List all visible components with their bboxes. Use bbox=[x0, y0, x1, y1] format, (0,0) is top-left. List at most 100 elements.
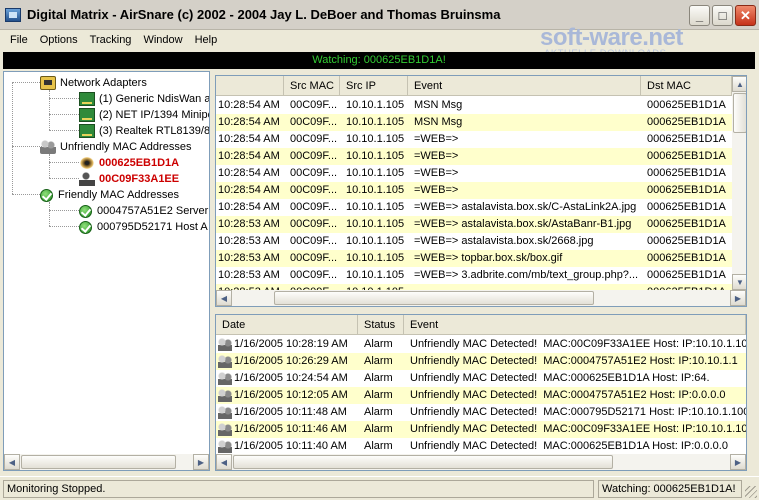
tree-node-friendly[interactable]: Friendly MAC Addresses bbox=[40, 187, 179, 203]
packet-row[interactable]: 10:28:53 AM 00C09F... 10.10.1.105 =WEB=> t… bbox=[216, 250, 732, 267]
alarm-date-cell: 1/16/2005 10:11:46 AM bbox=[216, 421, 358, 438]
scrollbar-thumb[interactable] bbox=[233, 455, 613, 469]
alarm-event: Unfriendly MAC Detected! MAC:00C09F33A1E… bbox=[410, 423, 746, 435]
tree-node-unfriendly[interactable]: Unfriendly MAC Addresses bbox=[40, 139, 191, 155]
tree-node-label: Network Adapters bbox=[60, 77, 147, 89]
tree-item-adapter-3[interactable]: (3) Realtek RTL8139/8 bbox=[79, 123, 209, 139]
scroll-left-icon[interactable]: ◀ bbox=[4, 454, 20, 470]
column-header-alarm-event[interactable]: Event bbox=[404, 315, 746, 335]
tree-node-label: Friendly MAC Addresses bbox=[58, 189, 180, 201]
scroll-left-icon[interactable]: ◀ bbox=[216, 454, 232, 470]
check-icon bbox=[79, 204, 92, 218]
packet-src-mac: 00C09F... bbox=[290, 116, 338, 128]
packet-row[interactable]: 10:28:54 AM 00C09F... 10.10.1.105 MSN Msg 00… bbox=[216, 114, 732, 131]
column-header-event[interactable]: Event bbox=[408, 76, 641, 96]
tree-item-label: 0004757A51E2 Server bbox=[97, 205, 209, 217]
alarm-horizontal-scrollbar[interactable]: ◀ ▶ bbox=[216, 454, 746, 470]
scroll-down-icon[interactable]: ▼ bbox=[732, 274, 746, 290]
packet-dst-mac: 000625EB1D1A bbox=[647, 150, 726, 162]
tree-node-network-adapters[interactable]: Network Adapters bbox=[40, 75, 147, 91]
packet-dst-mac: 000625EB1D1A bbox=[647, 235, 726, 247]
packet-row[interactable]: 10:28:54 AM 00C09F... 10.10.1.105 =WEB=> a… bbox=[216, 199, 732, 216]
menu-tracking[interactable]: Tracking bbox=[84, 34, 138, 46]
scroll-right-icon[interactable]: ▶ bbox=[730, 290, 746, 306]
alarm-row[interactable]: 1/16/2005 10:11:48 AM Alarm Unfriendly MAC… bbox=[216, 404, 746, 421]
packet-row[interactable]: 10:28:53 AM 00C09F... 10.10.1.105 =WEB=> a… bbox=[216, 216, 732, 233]
menu-options[interactable]: Options bbox=[34, 34, 84, 46]
app-icon bbox=[5, 7, 21, 22]
alarm-date: 1/16/2005 10:11:46 AM bbox=[234, 423, 347, 435]
alarm-row[interactable]: 1/16/2005 10:11:46 AM Alarm Unfriendly MAC… bbox=[216, 421, 746, 438]
scroll-right-icon[interactable]: ▶ bbox=[193, 454, 209, 470]
packet-event: =WEB=> bbox=[414, 150, 459, 162]
alarm-row[interactable]: 1/16/2005 10:24:54 AM Alarm Unfriendly MAC… bbox=[216, 370, 746, 387]
tree-connector bbox=[12, 146, 42, 147]
alarm-list[interactable]: Date Status Event 1/16/2005 10:28:19 AM A… bbox=[215, 314, 747, 471]
network-card-icon bbox=[79, 92, 95, 106]
packet-time: 10:28:53 AM bbox=[218, 269, 280, 281]
tree-connector bbox=[12, 194, 42, 195]
packet-row[interactable]: 10:28:54 AM 00C09F... 10.10.1.105 =WEB=> 00… bbox=[216, 165, 732, 182]
packet-row[interactable]: 10:28:54 AM 00C09F... 10.10.1.105 MSN Msg 00… bbox=[216, 97, 732, 114]
scrollbar-thumb[interactable] bbox=[733, 93, 746, 133]
scroll-left-icon[interactable]: ◀ bbox=[216, 290, 232, 306]
tree-item-friendly-1[interactable]: 0004757A51E2 Server bbox=[79, 203, 208, 219]
alarm-row[interactable]: 1/16/2005 10:12:05 AM Alarm Unfriendly MAC… bbox=[216, 387, 746, 404]
scrollbar-thumb[interactable] bbox=[274, 291, 594, 305]
packet-dst-mac: 000625EB1D1A bbox=[647, 133, 726, 145]
menu-window[interactable]: Window bbox=[137, 34, 188, 46]
maximize-button[interactable]: □ bbox=[712, 5, 733, 26]
packet-event: =WEB=> 3.adbrite.com/mb/text_group.php?.… bbox=[414, 269, 639, 281]
check-icon bbox=[40, 188, 53, 202]
packet-event: =WEB=> topbar.box.sk/box.gif bbox=[414, 252, 563, 264]
alarm-rows: 1/16/2005 10:28:19 AM Alarm Unfriendly MAC… bbox=[216, 336, 746, 455]
packet-row[interactable]: 10:28:54 AM 00C09F... 10.10.1.105 =WEB=> 00… bbox=[216, 131, 732, 148]
packet-row[interactable]: 10:28:53 AM 00C09F... 10.10.1.105 =WEB=> a… bbox=[216, 233, 732, 250]
users-icon bbox=[40, 140, 56, 154]
packet-dst-mac: 000625EB1D1A bbox=[647, 167, 726, 179]
column-header-status[interactable]: Status bbox=[358, 315, 404, 335]
scroll-up-icon[interactable]: ▲ bbox=[732, 76, 746, 92]
column-header-date[interactable]: Date bbox=[216, 315, 358, 335]
scroll-right-icon[interactable]: ▶ bbox=[730, 454, 746, 470]
packet-src-ip: 10.10.1.105 bbox=[346, 167, 405, 179]
packet-row[interactable]: 10:28:54 AM 00C09F... 10.10.1.105 =WEB=> 00… bbox=[216, 148, 732, 165]
packet-event: =WEB=> astalavista.box.sk/C-AstaLink2A.j… bbox=[414, 201, 637, 213]
minimize-button[interactable]: _ bbox=[689, 5, 710, 26]
packet-src-ip: 10.10.1.105 bbox=[346, 150, 405, 162]
tree-item-adapter-2[interactable]: (2) NET IP/1394 Minipo bbox=[79, 107, 210, 123]
packet-row[interactable]: 10:28:54 AM 00C09F... 10.10.1.105 =WEB=> 00… bbox=[216, 182, 732, 199]
packet-dst-mac: 000625EB1D1A bbox=[647, 269, 726, 281]
alarm-event: Unfriendly MAC Detected! MAC:000625EB1D1… bbox=[410, 372, 710, 384]
packet-src-mac: 00C09F... bbox=[290, 252, 338, 264]
alarm-event: Unfriendly MAC Detected! MAC:00C09F33A1E… bbox=[410, 338, 746, 350]
packet-vertical-scrollbar[interactable]: ▲ ▼ bbox=[732, 76, 746, 290]
tree-item-friendly-2[interactable]: 000795D52171 Host A bbox=[79, 219, 208, 235]
alarm-event: Unfriendly MAC Detected! MAC:000795D5217… bbox=[410, 406, 746, 418]
tree-item-unfriendly-1[interactable]: 000625EB1D1A bbox=[79, 155, 179, 171]
menu-file[interactable]: File bbox=[4, 34, 34, 46]
tree-item-label: (2) NET IP/1394 Minipo bbox=[99, 109, 210, 121]
packet-row[interactable]: 10:28:53 AM 00C09F... 10.10.1.105 =WEB=> 3… bbox=[216, 267, 732, 284]
column-header-src-mac[interactable]: Src MAC bbox=[284, 76, 340, 96]
column-header-time[interactable] bbox=[216, 76, 284, 96]
close-button[interactable]: ✕ bbox=[735, 5, 756, 26]
alarm-row[interactable]: 1/16/2005 10:11:40 AM Alarm Unfriendly MAC… bbox=[216, 438, 746, 455]
tree-horizontal-scrollbar[interactable]: ◀ ▶ bbox=[4, 454, 209, 470]
alarm-row[interactable]: 1/16/2005 10:28:19 AM Alarm Unfriendly MAC… bbox=[216, 336, 746, 353]
scrollbar-thumb[interactable] bbox=[21, 455, 176, 469]
tree-item-label: 00C09F33A1EE bbox=[99, 173, 180, 185]
packet-list[interactable]: Src MAC Src IP Event Dst MAC 10:28:54 AM… bbox=[215, 75, 747, 307]
tree-pane[interactable]: Network Adapters (1) Generic NdisWan ad … bbox=[3, 71, 210, 471]
column-header-src-ip[interactable]: Src IP bbox=[340, 76, 408, 96]
packet-horizontal-scrollbar[interactable]: ◀ ▶ bbox=[216, 290, 746, 306]
packet-src-ip: 10.10.1.105 bbox=[346, 235, 405, 247]
alarm-date-cell: 1/16/2005 10:24:54 AM bbox=[216, 370, 358, 387]
tree-connector bbox=[49, 98, 79, 99]
alarm-row[interactable]: 1/16/2005 10:26:29 AM Alarm Unfriendly MAC… bbox=[216, 353, 746, 370]
column-header-dst-mac[interactable]: Dst MAC bbox=[641, 76, 732, 96]
resize-grip-icon[interactable] bbox=[745, 486, 757, 498]
tree-item-unfriendly-2[interactable]: 00C09F33A1EE bbox=[79, 171, 179, 187]
menu-help[interactable]: Help bbox=[189, 34, 224, 46]
tree-item-adapter-1[interactable]: (1) Generic NdisWan ad bbox=[79, 91, 209, 107]
